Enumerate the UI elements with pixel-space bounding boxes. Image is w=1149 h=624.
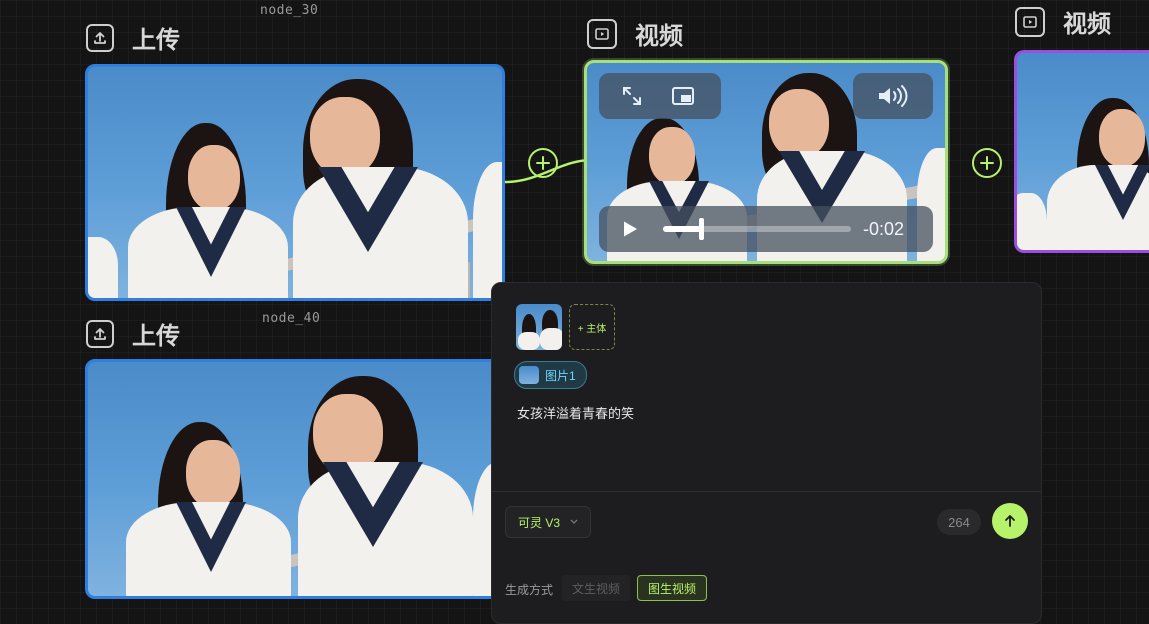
time-remaining: -0:02 [863, 219, 905, 239]
send-button[interactable] [992, 503, 1028, 539]
divider [492, 491, 1041, 492]
volume-icon [877, 84, 911, 113]
chevron-down-icon [570, 519, 578, 524]
plus-icon [980, 156, 994, 170]
model-selector[interactable]: 可灵 V3 [505, 506, 592, 538]
playback-bar: -0:02 [599, 206, 933, 252]
model-label: 可灵 V3 [518, 515, 561, 530]
upload-node-header: 上传 [86, 20, 180, 55]
reference-thumbnail[interactable] [516, 304, 562, 350]
view-controls [599, 73, 721, 119]
mode-option-text-to-video[interactable]: 文生视频 [562, 575, 631, 601]
image-thumb-icon [519, 366, 539, 384]
play-icon[interactable] [621, 220, 639, 243]
plus-icon [536, 156, 550, 170]
node-title: 上传 [132, 323, 180, 350]
node-id-label: node_30 [260, 3, 319, 18]
upload-image-1[interactable] [85, 64, 505, 301]
generation-mode-label: 生成方式 [505, 583, 554, 597]
add-subject-button[interactable]: + 主体 [569, 304, 615, 350]
node-title: 视频 [1063, 11, 1111, 38]
node-id-label: node_40 [262, 311, 321, 326]
credit-count: 264 [937, 509, 981, 535]
add-node-button[interactable] [528, 148, 558, 178]
upload-node-header: 上传 [86, 316, 180, 351]
upload-icon [86, 319, 114, 348]
node-title: 视频 [635, 23, 683, 50]
video-node-header: 视频 [587, 16, 683, 51]
reference-tag[interactable]: 图片1 [514, 361, 587, 389]
arrow-up-icon [1005, 515, 1015, 527]
progress-fill [663, 226, 701, 232]
video-player-2[interactable] [1014, 50, 1149, 253]
video-node-header: 视频 [1015, 4, 1111, 39]
progress-track[interactable] [663, 218, 851, 240]
node-title: 上传 [132, 27, 180, 54]
generation-panel: + 主体 图片1 女孩洋溢着青春的笑 可灵 V3 264 生成方式 文生视频 图… [491, 282, 1042, 624]
progress-scrubber[interactable] [698, 218, 704, 240]
volume-button[interactable] [853, 73, 933, 119]
video-player-1[interactable]: -0:02 [584, 60, 948, 264]
expand-icon[interactable] [621, 85, 643, 112]
prompt-text[interactable]: 女孩洋溢着青春的笑 [517, 403, 634, 422]
mode-option-image-to-video[interactable]: 图生视频 [637, 575, 708, 601]
upload-icon [86, 23, 114, 52]
video-icon [587, 18, 617, 49]
reference-tag-label: 图片1 [545, 368, 576, 383]
video-icon [1015, 6, 1045, 37]
upload-image-2[interactable] [85, 359, 505, 599]
add-node-button[interactable] [972, 148, 1002, 178]
picture-in-picture-icon[interactable] [671, 85, 695, 112]
